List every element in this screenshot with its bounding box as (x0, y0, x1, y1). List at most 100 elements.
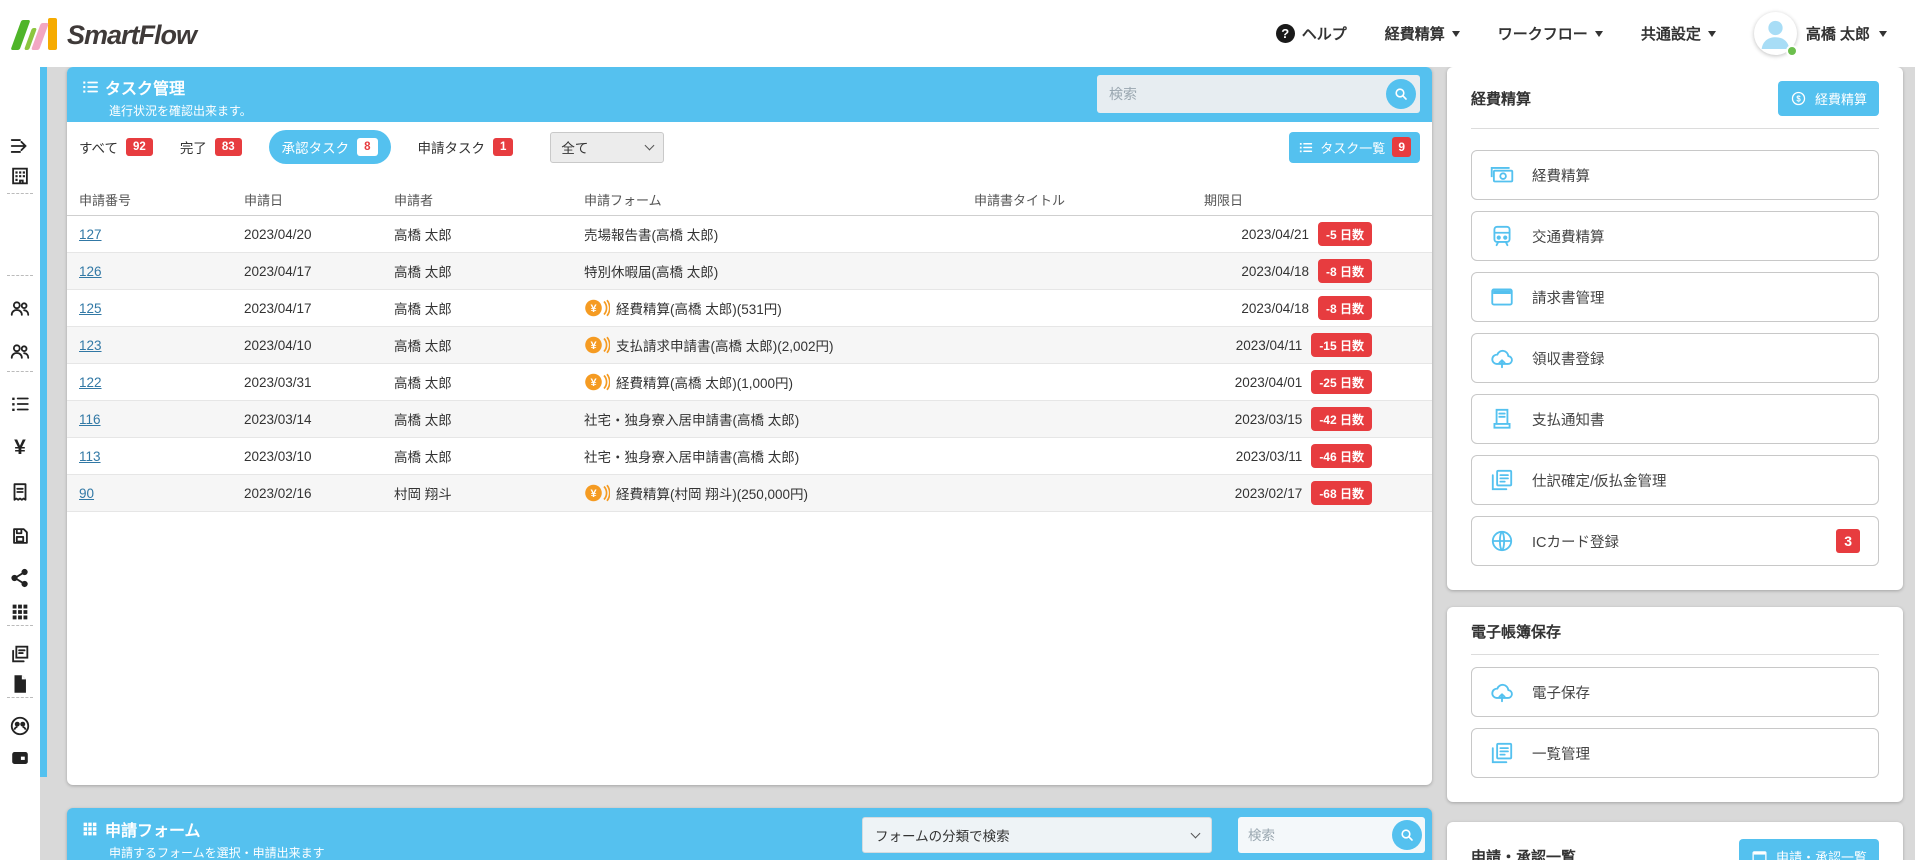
panel-title: 経費精算 (1471, 88, 1531, 109)
yen-icon[interactable]: ¥ (0, 437, 40, 459)
notebook-icon[interactable] (0, 525, 40, 547)
menu-item-transport-expense[interactable]: 交通費精算 (1471, 211, 1879, 261)
table-row: 123 2023/04/10 高橋 太郎 ¥ 支払請求申請書(高橋 太郎)(2,… (67, 327, 1432, 364)
smartflow-logo-icon (16, 18, 57, 50)
svg-text:¥: ¥ (590, 377, 597, 389)
task-search (1097, 75, 1420, 113)
menu-item-receipt-registration[interactable]: 領収書登録 (1471, 333, 1879, 383)
id-card-icon[interactable] (0, 747, 40, 769)
task-list-icon (1298, 140, 1313, 155)
receipt-icon[interactable] (0, 481, 40, 503)
expense-panel-header: 経費精算 $ 経費精算 (1447, 67, 1903, 128)
sidebar-divider (7, 275, 33, 276)
sidebar-divider (7, 371, 33, 372)
request-id-link[interactable]: 122 (79, 375, 102, 390)
brand-name: SmartFlow (67, 20, 196, 50)
search-button[interactable] (1386, 79, 1416, 109)
table-row: 122 2023/03/31 高橋 太郎 ¥ 経費精算(高橋 太郎)(1,000… (67, 364, 1432, 401)
menu-item-ic-card-registration[interactable]: ICカード登録 3 (1471, 516, 1879, 566)
overdue-badge: -68 日数 (1311, 481, 1372, 505)
menu-item-invoice-management[interactable]: 請求書管理 (1471, 272, 1879, 322)
people-icon[interactable] (0, 340, 40, 362)
tab-request-tasks[interactable]: 申請タスク 1 (418, 137, 514, 157)
table-header-row: 申請番号 申請日 申請者 申請フォーム 申請書タイトル 期限日 (67, 184, 1432, 216)
svg-text:¥: ¥ (590, 303, 597, 315)
menu-item-list-management[interactable]: 一覧管理 (1471, 728, 1879, 778)
menu-item-electronic-storage[interactable]: 電子保存 (1471, 667, 1879, 717)
menu-workflow[interactable]: ワークフロー (1498, 23, 1603, 44)
menu-item-journal-management[interactable]: 仕訳確定/仮払金管理 (1471, 455, 1879, 505)
money-icon (1489, 162, 1515, 188)
request-id-link[interactable]: 113 (79, 449, 101, 464)
task-search-input[interactable] (1097, 75, 1420, 113)
table-row: 125 2023/04/17 高橋 太郎 ¥ 経費精算(高橋 太郎)(531円)… (67, 290, 1432, 327)
cloud-upload-icon (1489, 679, 1515, 705)
tab-approval-tasks[interactable]: 承認タスク 8 (269, 130, 391, 164)
people-circle-icon[interactable] (0, 715, 40, 737)
tab-all[interactable]: すべて 92 (79, 137, 153, 157)
count-badge: 83 (215, 138, 242, 156)
right-sidebar: 経費精算 $ 経費精算 経費精算 交通費精算 請求書管理 (1447, 67, 1903, 860)
online-status-dot (1786, 45, 1798, 57)
document-icon[interactable] (0, 673, 40, 695)
task-list-button[interactable]: タスク一覧 9 (1289, 132, 1420, 163)
overdue-badge: -15 日数 (1311, 333, 1372, 357)
user-menu[interactable]: 高橋 太郎 (1754, 12, 1887, 55)
chevron-down-icon (1879, 31, 1887, 41)
people-icon[interactable] (0, 297, 40, 319)
task-list-icon (81, 78, 99, 96)
count-badge: 92 (126, 138, 153, 156)
dollar-circle-icon: $ (1790, 90, 1807, 107)
page-title: タスク管理 (105, 75, 185, 99)
chevron-down-icon (1595, 31, 1603, 41)
smartflow-logo[interactable]: SmartFlow (16, 18, 196, 50)
request-id-link[interactable]: 116 (79, 412, 101, 427)
table-row: 127 2023/04/20 高橋 太郎 売場報告書(高橋 太郎) 2023/0… (67, 216, 1432, 253)
building-icon[interactable] (0, 165, 40, 187)
overdue-badge: -25 日数 (1311, 370, 1372, 394)
invoice-card-icon (1489, 284, 1515, 310)
avatar (1754, 12, 1797, 55)
grid-icon[interactable] (0, 601, 40, 623)
request-id-link[interactable]: 126 (79, 264, 102, 279)
copy-pages-icon[interactable] (0, 643, 40, 665)
collapse-arrow-icon[interactable] (0, 135, 40, 157)
tab-completed[interactable]: 完了 83 (180, 137, 242, 157)
main-content: タスク管理 進行状況を確認出来ます。 すべて 92 完了 83 (67, 67, 1432, 860)
grid-dots-icon (81, 820, 99, 838)
help-label: ヘルプ (1302, 23, 1347, 44)
request-id-link[interactable]: 125 (79, 301, 102, 316)
overdue-badge: -42 日数 (1311, 407, 1372, 431)
help-icon (1276, 24, 1295, 43)
task-list-icon[interactable] (0, 393, 40, 415)
expense-panel: 経費精算 $ 経費精算 経費精算 交通費精算 請求書管理 (1447, 67, 1903, 590)
menu-settings[interactable]: 共通設定 (1641, 23, 1716, 44)
chevron-down-icon (1708, 31, 1716, 41)
count-badge: 1 (493, 138, 513, 156)
menu-item-payment-notice[interactable]: 支払通知書 (1471, 394, 1879, 444)
share-icon[interactable] (0, 567, 40, 589)
task-panel-header: タスク管理 進行状況を確認出来ます。 (67, 67, 1432, 122)
user-name: 高橋 太郎 (1806, 23, 1870, 44)
request-id-link[interactable]: 123 (79, 338, 102, 353)
ebook-storage-panel: 電子帳簿保存 電子保存 一覧管理 (1447, 607, 1903, 802)
status-filter-select[interactable]: 全て (550, 132, 664, 163)
chevron-down-icon (1452, 31, 1460, 41)
section-subtitle: 申請するフォームを選択・申請出来ます (109, 844, 1420, 860)
top-bar: SmartFlow ヘルプ 経費精算 ワークフロー 共通設定 (0, 0, 1915, 67)
search-icon (1393, 86, 1409, 102)
approval-list-panel: 申請・承認一覧 申請・承認一覧 (1447, 822, 1903, 860)
help-menu[interactable]: ヘルプ (1276, 23, 1347, 44)
expense-settlement-button[interactable]: $ 経費精算 (1778, 81, 1879, 116)
svg-text:$: $ (1796, 94, 1801, 103)
count-badge: 9 (1392, 137, 1411, 157)
request-id-link[interactable]: 127 (79, 227, 102, 242)
search-button[interactable] (1392, 820, 1422, 850)
request-id-link[interactable]: 90 (79, 486, 94, 501)
form-panel-title-row: 申請フォーム (81, 817, 1420, 841)
approval-list-button[interactable]: 申請・承認一覧 (1739, 839, 1879, 860)
sidebar-accent-strip (40, 67, 47, 777)
menu-item-expense-settlement[interactable]: 経費精算 (1471, 150, 1879, 200)
form-category-select[interactable]: フォームの分類で検索 (862, 817, 1212, 853)
menu-expense[interactable]: 経費精算 (1385, 23, 1460, 44)
